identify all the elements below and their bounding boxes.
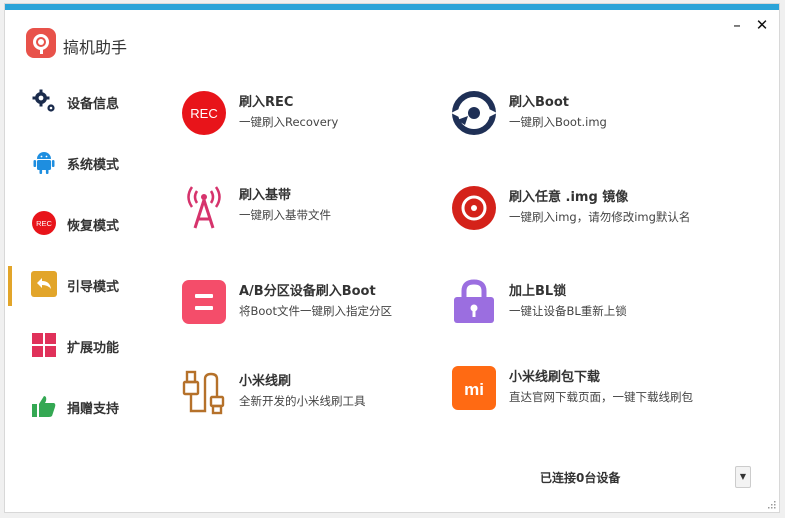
flash-img-card[interactable]: 刷入任意 .img 镜像 一键刷入img，请勿修改img默认名 (451, 185, 711, 241)
action-title: 加上BL锁 (509, 284, 567, 299)
partition-icon (182, 280, 226, 324)
disc-icon (452, 186, 496, 230)
accent-bar (5, 4, 779, 10)
sidebar-item-label: 系统模式 (67, 158, 120, 173)
action-desc: 一键刷入基带文件 (239, 208, 331, 222)
sidebar-item-label: 扩展功能 (67, 341, 120, 356)
resize-grip-icon[interactable] (766, 499, 776, 509)
action-title: 小米线刷包下载 (509, 370, 601, 385)
action-title: A/B分区设备刷入Boot (239, 284, 376, 299)
sidebar-item-boot-mode[interactable]: 引导模式 (5, 262, 155, 306)
close-button[interactable]: ✕ (753, 16, 771, 34)
app-logo-icon (26, 28, 56, 58)
thumbs-up-icon (32, 396, 56, 417)
sidebar-item-recovery-mode[interactable]: REC 恢复模式 (5, 201, 155, 245)
usb-cable-icon (182, 370, 225, 415)
svg-text:REC: REC (190, 106, 217, 121)
rec-icon: REC (32, 211, 56, 235)
relock-bl-card[interactable]: 加上BL锁 一键让设备BL重新上锁 (451, 279, 711, 335)
connection-status: 已连接0台设备 (540, 471, 621, 485)
action-desc: 将Boot文件一键刷入指定分区 (239, 304, 392, 318)
xiaomi-flash-card[interactable]: 小米线刷 全新开发的小米线刷工具 (181, 369, 441, 425)
sidebar-item-system-mode[interactable]: 系统模式 (5, 140, 155, 184)
sidebar-item-label: 捐赠支持 (67, 402, 120, 417)
sidebar-item-label: 引导模式 (67, 280, 120, 295)
android-icon (33, 152, 55, 174)
action-desc: 全新开发的小米线刷工具 (239, 394, 366, 408)
antenna-icon (187, 186, 221, 229)
flash-baseband-card[interactable]: 刷入基带 一键刷入基带文件 (181, 183, 441, 239)
device-dropdown[interactable]: ▼ (735, 466, 751, 488)
sidebar-item-label: 恢复模式 (67, 219, 120, 234)
action-desc: 直达官网下载页面，一键下载线刷包 (509, 390, 693, 404)
xiaomi-rom-download-card[interactable]: mi 小米线刷包下载 直达官网下载页面，一键下载线刷包 (451, 365, 711, 421)
rec-icon: REC (182, 91, 226, 135)
boot-disc-icon (451, 91, 497, 135)
sidebar-item-label: 设备信息 (67, 97, 120, 112)
sidebar-item-device-info[interactable]: 设备信息 (5, 79, 155, 123)
sidebar-item-extensions[interactable]: 扩展功能 (5, 323, 155, 367)
svg-text:mi: mi (464, 380, 484, 399)
app-title: 搞机助手 (63, 38, 128, 57)
sidebar-item-donate[interactable]: 捐赠支持 (5, 384, 155, 428)
back-arrow-icon (31, 271, 57, 297)
action-title: 小米线刷 (239, 374, 292, 389)
flash-boot-card[interactable]: 刷入Boot 一键刷入Boot.img (451, 90, 711, 146)
action-title: 刷入基带 (239, 188, 292, 203)
action-title: 刷入任意 .img 镜像 (509, 190, 629, 205)
mi-logo-icon: mi (452, 366, 496, 410)
action-title: 刷入REC (239, 95, 294, 110)
gears-icon (32, 89, 55, 112)
grid-icon (32, 333, 56, 357)
main-window: – ✕ 搞机助手 设备信息 系统模式 REC 恢复模式 引导模式 扩展功能 捐赠… (4, 3, 780, 513)
action-desc: 一键刷入Boot.img (509, 115, 607, 129)
action-desc: 一键让设备BL重新上锁 (509, 304, 627, 318)
action-desc: 一键刷入Recovery (239, 115, 339, 129)
action-desc: 一键刷入img，请勿修改img默认名 (509, 210, 691, 224)
lock-icon (454, 279, 494, 323)
flash-ab-boot-card[interactable]: A/B分区设备刷入Boot 将Boot文件一键刷入指定分区 (181, 279, 441, 335)
flash-rec-card[interactable]: REC 刷入REC 一键刷入Recovery (181, 90, 441, 146)
action-title: 刷入Boot (509, 95, 569, 110)
svg-text:REC: REC (36, 219, 52, 228)
minimize-button[interactable]: – (728, 16, 746, 34)
